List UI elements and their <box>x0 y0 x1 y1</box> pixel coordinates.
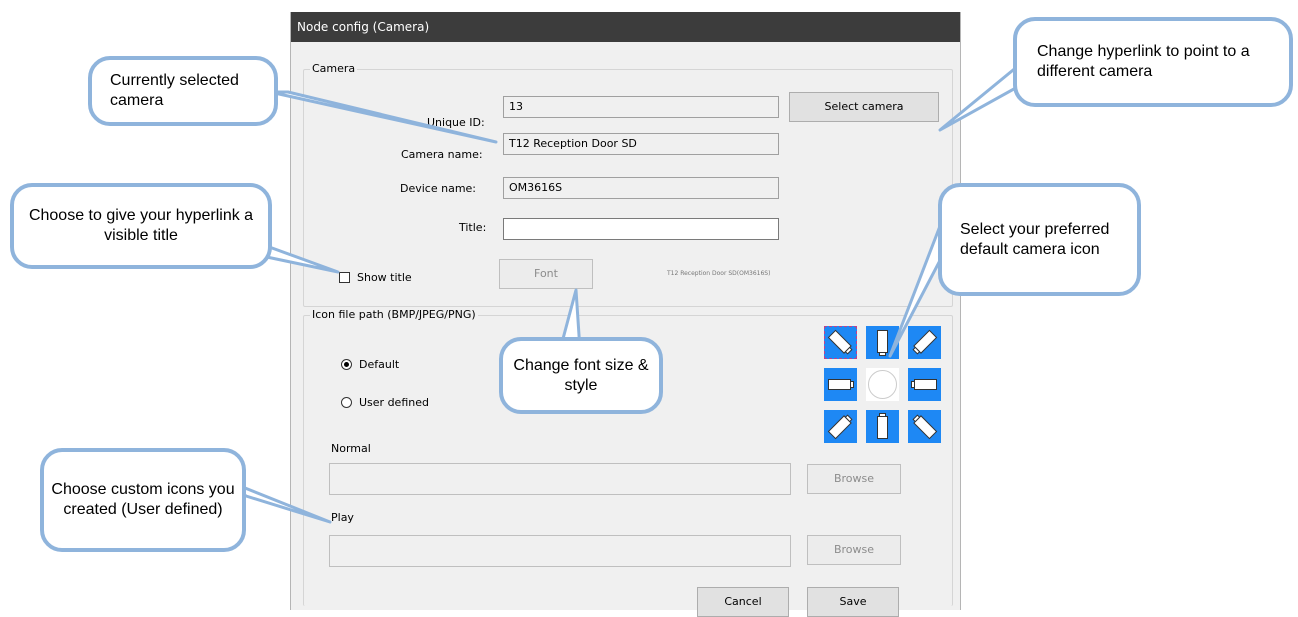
callout-font: Change font size & style <box>499 337 663 414</box>
callout-custom-icons: Choose custom icons you created (User de… <box>40 448 246 552</box>
callout-hyperlink: Change hyperlink to point to a different… <box>1013 17 1293 107</box>
callout-visible-title: Choose to give your hyperlink a visible … <box>10 183 272 269</box>
callout-default-icon: Select your preferred default camera ico… <box>938 183 1141 296</box>
callout-selected-camera: Currently selected camera <box>88 56 278 126</box>
pointer-selected-camera <box>268 90 498 144</box>
